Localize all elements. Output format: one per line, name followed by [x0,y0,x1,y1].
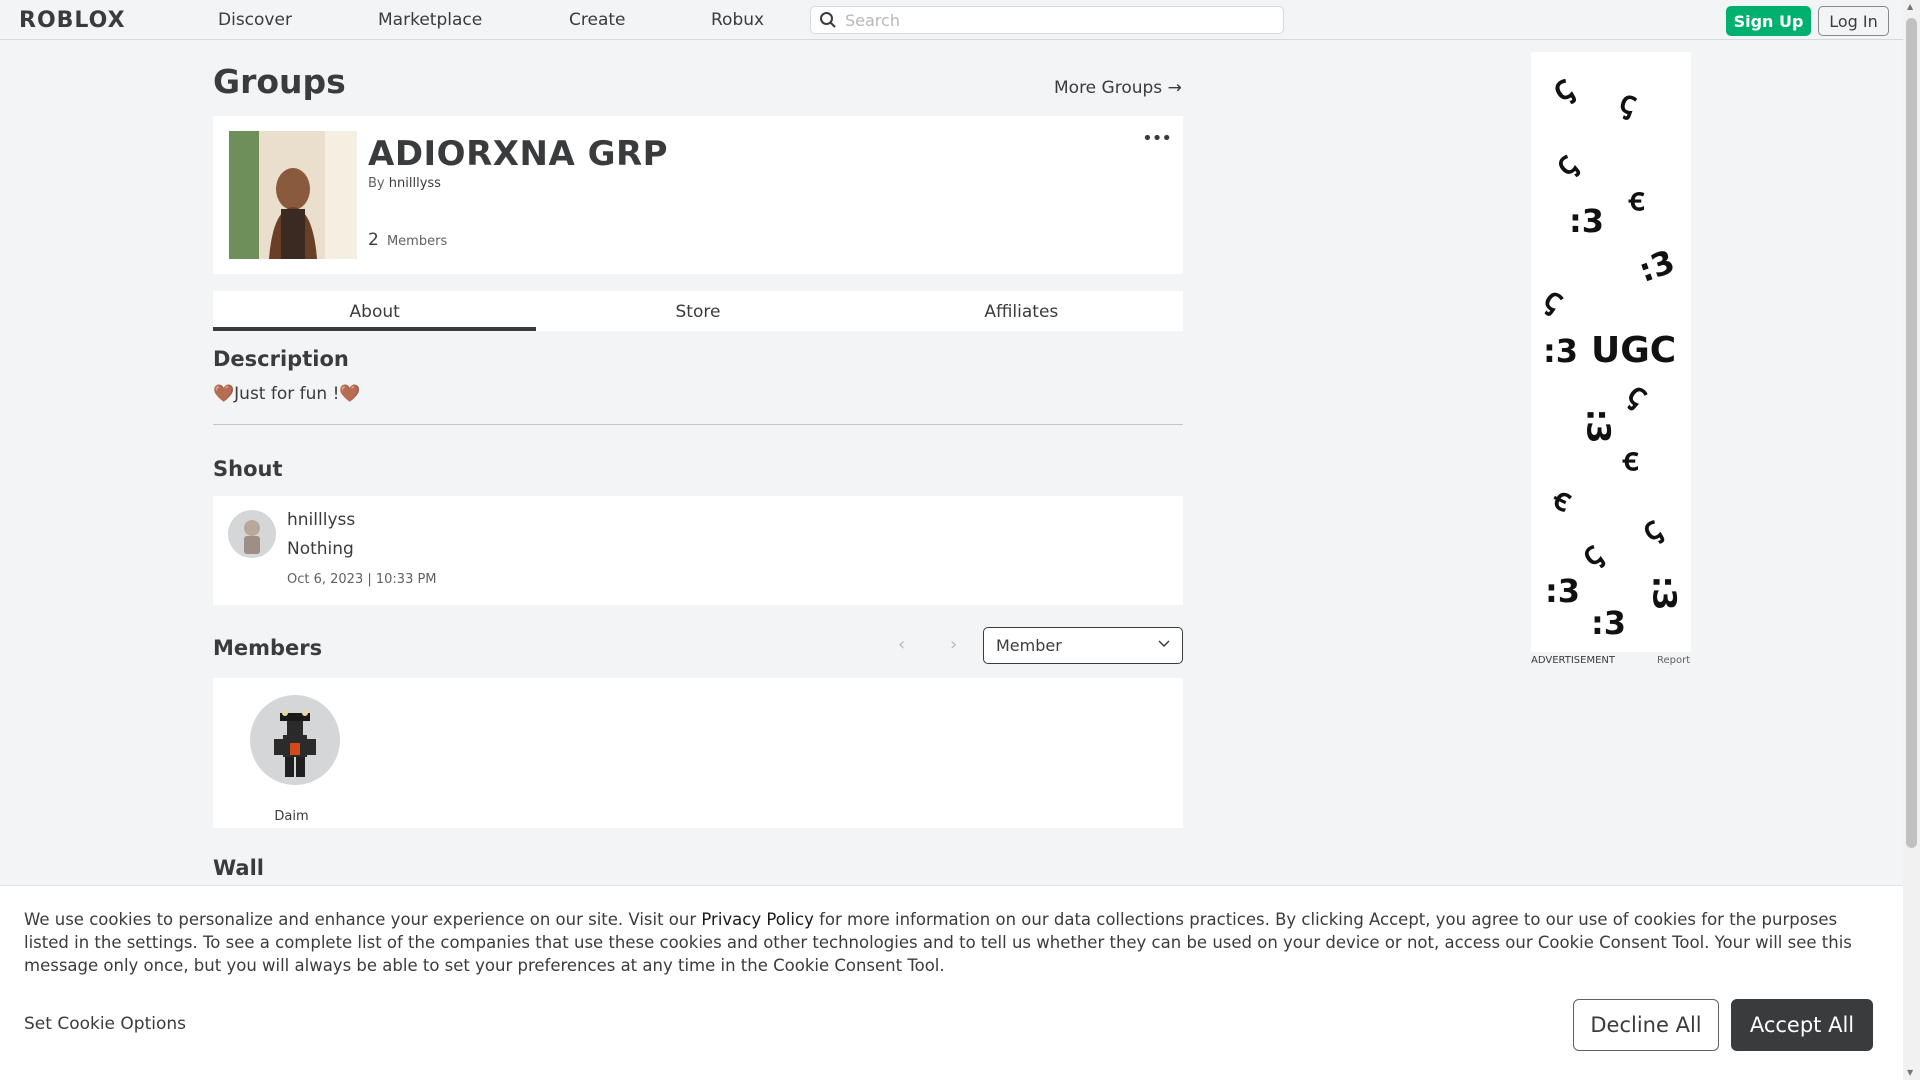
shout-body: Nothing [287,539,354,559]
privacy-policy-link[interactable]: Privacy Policy [701,910,813,929]
member-count-number: 2 [368,230,379,250]
search-placeholder: Search [845,10,900,30]
more-options-icon[interactable]: ••• [1142,128,1172,149]
sign-up-button[interactable]: Sign Up [1726,6,1811,36]
top-nav: ROBLOX Discover Marketplace Create Robux… [0,0,1903,40]
roblox-logo[interactable]: ROBLOX [19,8,126,33]
search-input[interactable]: Search [810,6,1284,34]
ad-report-link[interactable]: Report [1657,655,1690,666]
set-cookie-options-link[interactable]: Set Cookie Options [24,1014,186,1034]
accept-all-button[interactable]: Accept All [1731,999,1873,1051]
description-heading: Description [213,347,349,371]
member-name[interactable]: Daim [228,809,355,824]
nav-discover[interactable]: Discover [218,10,292,30]
nav-create[interactable]: Create [569,10,626,30]
more-groups-link[interactable]: More Groups → [1054,78,1182,98]
shout-heading: Shout [213,457,283,481]
prev-page-icon[interactable]: ‹ [898,634,905,655]
shout-avatar[interactable] [228,510,276,558]
members-heading: Members [213,636,323,660]
scrollbar-thumb[interactable] [1906,18,1917,848]
page-title: Groups [213,62,346,101]
chevron-down-icon [1158,637,1170,651]
group-owner-link[interactable]: hnilllyss [389,176,441,191]
nav-robux[interactable]: Robux [711,10,764,30]
group-name: ADIORXNA GRP [368,134,669,174]
shout-date: Oct 6, 2023 | 10:33 PM [287,572,437,587]
shout-username[interactable]: hnilllyss [287,510,355,530]
members-card: Daim [213,678,1183,828]
description-text: 🤎Just for fun !🤎 [213,384,361,404]
role-select-value: Member [996,636,1062,655]
group-header-card: ADIORXNA GRP By hnilllyss 2 Members ••• [213,116,1183,274]
wall-heading: Wall [213,856,264,880]
group-tabs: About Store Affiliates [213,291,1183,331]
log-in-button[interactable]: Log In [1818,6,1889,36]
tab-store[interactable]: Store [536,291,859,331]
nav-marketplace[interactable]: Marketplace [378,10,482,30]
tab-affiliates[interactable]: Affiliates [860,291,1183,331]
shout-card: hnilllyss Nothing Oct 6, 2023 | 10:33 PM [213,496,1183,605]
scroll-up-icon[interactable]: ▲ [1907,2,1913,11]
ad-text: UGC [1591,330,1677,371]
role-select[interactable]: Member [983,627,1183,664]
decline-all-button[interactable]: Decline All [1573,999,1719,1051]
cookie-message: We use cookies to personalize and enhanc… [24,908,1884,977]
cookie-text-before: We use cookies to personalize and enhanc… [24,910,702,929]
group-owner-line: By hnilllyss [368,176,441,191]
tab-about[interactable]: About [213,291,537,331]
advertisement-banner[interactable]: ꞔ ꞔ ꞔ ꞓ :3 :3 ꞔ :3 UGC ꞔ :3 ꞓ ꞓ ꞔ ꞔ :3 :… [1531,52,1691,652]
member-count-label: Members [386,234,448,249]
member-avatar[interactable] [250,695,340,785]
section-divider [213,424,1183,425]
ad-label: ADVERTISEMENT [1531,655,1616,666]
group-member-count: 2 Members [368,230,447,250]
cookie-banner: We use cookies to personalize and enhanc… [0,885,1903,1080]
search-icon [819,11,837,33]
vertical-scrollbar[interactable]: ▲ ▼ [1903,0,1920,1080]
member-item[interactable]: Daim [228,695,355,825]
scroll-down-icon[interactable]: ▼ [1907,1068,1913,1077]
by-label: By [368,176,385,191]
next-page-icon[interactable]: › [950,634,957,655]
group-emblem [229,131,357,259]
